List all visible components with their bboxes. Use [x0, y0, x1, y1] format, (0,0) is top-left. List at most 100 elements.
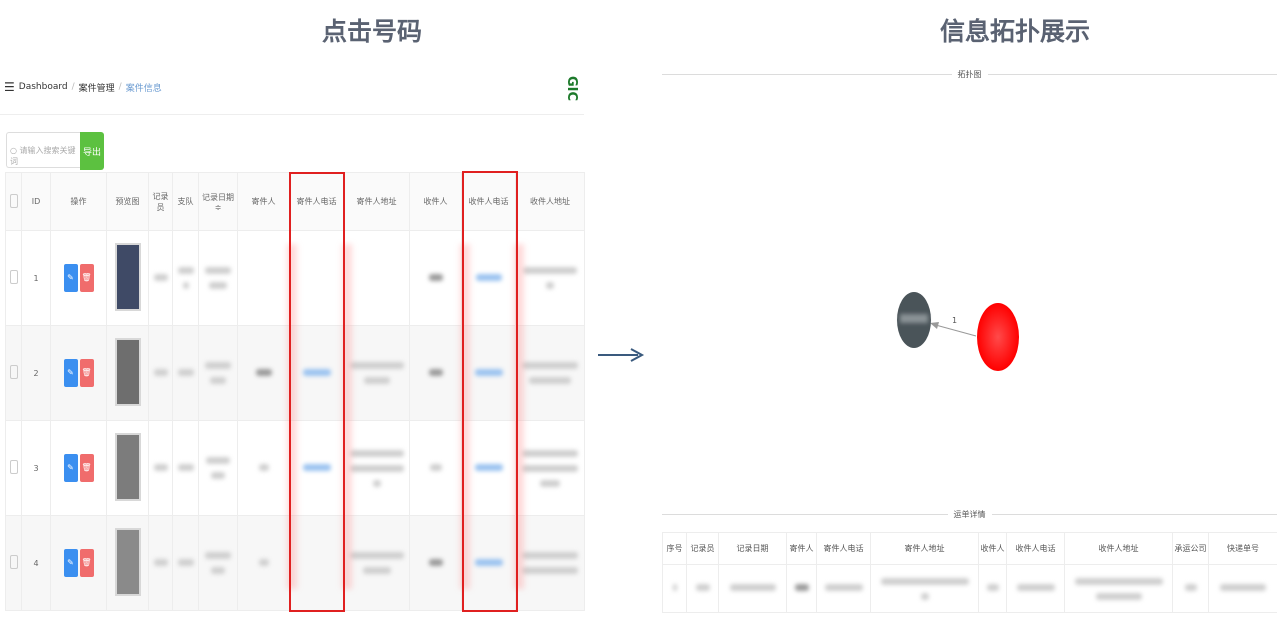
preview-image[interactable] — [106, 325, 149, 421]
breadcrumb-item-case-info: 案件信息 — [125, 83, 162, 94]
preview-image[interactable] — [106, 515, 149, 611]
blurred-cell — [686, 564, 719, 613]
select-all-checkbox[interactable] — [5, 172, 22, 231]
transition-arrow-icon — [598, 348, 645, 362]
col-header-sender-phone: 寄件人电话 — [289, 172, 344, 231]
row-id: 3 — [21, 420, 51, 516]
table-row: 3 ✎ 🗑 — [5, 420, 585, 516]
search-input[interactable]: ○ 请输入搜索关键词 — [6, 132, 80, 168]
breadcrumb-item-dashboard[interactable]: Dashboard — [19, 82, 68, 92]
edit-icon[interactable]: ✎ — [63, 264, 78, 292]
row-actions: ✎ 🗑 — [50, 420, 107, 516]
case-table: ID 操作 预览图 记录员 支队 记录日期 ≑ 寄件人 寄件人电话 寄件人地址 … — [5, 172, 585, 611]
row-checkbox[interactable] — [5, 420, 22, 516]
col-header-actions: 操作 — [50, 172, 107, 231]
blurred-cell — [1064, 564, 1173, 613]
detail-col-sender-phone: 寄件人电话 — [816, 532, 871, 565]
topology-panel: 拓扑图 1 运单详情 序号 记录员 记录日期 寄件人 寄件人电话 寄件人地址 收… — [662, 64, 1277, 624]
blurred-cell — [237, 420, 290, 516]
blurred-cell — [515, 230, 585, 326]
delete-icon[interactable]: 🗑 — [79, 454, 94, 482]
breadcrumb: ☰ Dashboard / 案件管理 / 案件信息 — [4, 80, 162, 94]
detail-col-index: 序号 — [662, 532, 687, 565]
delete-icon[interactable]: 🗑 — [79, 264, 94, 292]
menu-toggle-icon[interactable]: ☰ — [4, 80, 15, 94]
row-actions: ✎ 🗑 — [50, 325, 107, 421]
recipient-phone-link[interactable] — [461, 325, 516, 421]
blurred-cell — [515, 420, 585, 516]
waybill-divider: 运单详情 — [662, 509, 1277, 520]
detail-col-recipient-phone: 收件人电话 — [1006, 532, 1065, 565]
table-row — [662, 564, 1277, 613]
row-checkbox[interactable] — [5, 325, 22, 421]
topology-label: 拓扑图 — [957, 70, 982, 79]
waybill-detail-label: 运单详情 — [953, 510, 986, 519]
sender-cell — [237, 230, 290, 326]
left-title: 点击号码 — [322, 17, 423, 46]
logo: GIC — [564, 76, 579, 102]
sender-phone-link[interactable] — [289, 515, 344, 611]
col-header-recorder: 记录员 — [148, 172, 173, 231]
delete-icon[interactable]: 🗑 — [79, 549, 94, 577]
delete-icon[interactable]: 🗑 — [79, 359, 94, 387]
row-id: 2 — [21, 325, 51, 421]
sender-phone-link[interactable] — [289, 230, 344, 326]
blurred-cell — [816, 564, 871, 613]
recipient-phone-link[interactable] — [461, 230, 516, 326]
blurred-cell — [148, 325, 173, 421]
col-header-team: 支队 — [172, 172, 199, 231]
target-node[interactable] — [977, 303, 1019, 371]
row-checkbox[interactable] — [5, 230, 22, 326]
edit-icon[interactable]: ✎ — [63, 454, 78, 482]
table-row: 1 ✎ 🗑 — [5, 230, 585, 326]
table-row: 2 ✎ 🗑 — [5, 325, 585, 421]
col-header-record-date[interactable]: 记录日期 ≑ — [198, 172, 238, 231]
blurred-cell — [870, 564, 979, 613]
edge-label: 1 — [952, 316, 957, 325]
detail-col-sender: 寄件人 — [786, 532, 817, 565]
detail-col-record-date: 记录日期 — [718, 532, 787, 565]
blurred-cell — [343, 515, 410, 611]
recipient-phone-link[interactable] — [461, 420, 516, 516]
blurred-cell — [1208, 564, 1277, 613]
search-icon: ○ — [10, 146, 17, 155]
breadcrumb-separator: / — [118, 82, 122, 92]
edit-icon[interactable]: ✎ — [63, 549, 78, 577]
blurred-cell — [343, 420, 410, 516]
blurred-cell — [978, 564, 1007, 613]
col-header-recipient: 收件人 — [409, 172, 462, 231]
row-checkbox[interactable] — [5, 515, 22, 611]
blurred-cell — [172, 420, 199, 516]
blurred-cell — [148, 420, 173, 516]
preview-image[interactable] — [106, 420, 149, 516]
blurred-cell — [198, 230, 238, 326]
preview-image[interactable] — [106, 230, 149, 326]
export-button[interactable]: 导出 — [80, 132, 104, 170]
breadcrumb-item-case-management[interactable]: 案件管理 — [79, 81, 115, 94]
col-header-sender: 寄件人 — [237, 172, 290, 231]
table-row: 4 ✎ 🗑 — [5, 515, 585, 611]
blurred-cell — [409, 325, 462, 421]
breadcrumb-separator: / — [71, 82, 75, 92]
blurred-cell — [148, 515, 173, 611]
sender-address-cell — [343, 230, 410, 326]
detail-col-carrier: 承运公司 — [1172, 532, 1209, 565]
edit-icon[interactable]: ✎ — [63, 359, 78, 387]
blurred-cell — [172, 230, 199, 326]
col-header-id: ID — [21, 172, 51, 231]
topology-divider: 拓扑图 — [662, 69, 1277, 80]
blurred-cell — [1006, 564, 1065, 613]
blurred-cell — [172, 325, 199, 421]
topology-graph[interactable]: 1 — [662, 84, 1277, 504]
sender-phone-link[interactable] — [289, 325, 344, 421]
recipient-phone-link[interactable] — [461, 515, 516, 611]
blurred-cell — [198, 515, 238, 611]
sender-phone-link[interactable] — [289, 420, 344, 516]
blurred-cell — [409, 515, 462, 611]
blurred-cell — [237, 515, 290, 611]
row-actions: ✎ 🗑 — [50, 515, 107, 611]
source-node[interactable] — [897, 292, 931, 348]
right-title: 信息拓扑展示 — [940, 17, 1091, 46]
blurred-cell — [198, 325, 238, 421]
blurred-cell — [786, 564, 817, 613]
